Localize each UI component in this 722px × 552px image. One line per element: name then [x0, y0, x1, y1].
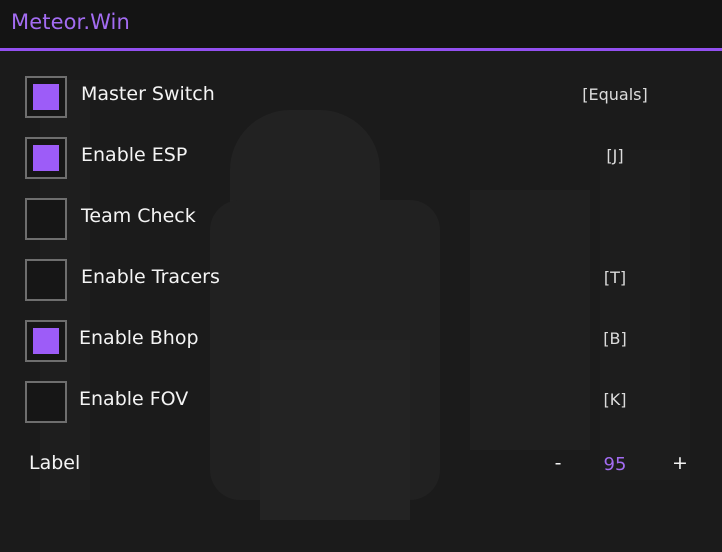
window-title: Meteor.Win [11, 10, 130, 34]
checkbox-fill [33, 84, 59, 110]
enable-tracers-checkbox[interactable] [25, 259, 67, 301]
team-check-checkbox[interactable] [25, 198, 67, 240]
master-switch-keybind[interactable]: [Equals] [555, 85, 675, 104]
checkbox-fill [33, 145, 59, 171]
title-bar[interactable]: Meteor.Win [0, 0, 722, 48]
enable-fov-keybind[interactable]: [K] [555, 390, 675, 409]
enable-bhop-checkbox[interactable] [25, 320, 67, 362]
value-stepper-row: Label - 95 + [0, 446, 722, 486]
enable-esp-keybind[interactable]: [J] [555, 146, 675, 165]
enable-esp-label: Enable ESP [81, 144, 188, 166]
stepper-value: 95 [603, 454, 627, 475]
toggle-row-master-switch: Master Switch [Equals] [0, 76, 722, 122]
team-check-label: Team Check [81, 205, 196, 227]
master-switch-label: Master Switch [81, 83, 215, 105]
toggle-row-enable-esp: Enable ESP [J] [0, 137, 722, 183]
toggle-row-team-check: Team Check [0, 198, 722, 244]
master-switch-checkbox[interactable] [25, 76, 67, 118]
toggle-row-enable-fov: Enable FOV [K] [0, 381, 722, 427]
title-accent-divider [0, 48, 722, 51]
enable-esp-checkbox[interactable] [25, 137, 67, 179]
increment-button[interactable]: + [668, 452, 692, 474]
stepper-label: Label [29, 452, 81, 474]
enable-tracers-label: Enable Tracers [81, 266, 220, 288]
enable-fov-label: Enable FOV [79, 388, 189, 410]
toggle-row-enable-bhop: Enable Bhop [B] [0, 320, 722, 366]
meteor-window: Meteor.Win Master Switch [Equals] Enable… [0, 0, 722, 552]
decrement-button[interactable]: - [546, 452, 570, 474]
enable-bhop-keybind[interactable]: [B] [555, 329, 675, 348]
toggle-row-enable-tracers: Enable Tracers [T] [0, 259, 722, 305]
enable-fov-checkbox[interactable] [25, 381, 67, 423]
checkbox-fill [33, 328, 59, 354]
enable-bhop-label: Enable Bhop [79, 327, 199, 349]
enable-tracers-keybind[interactable]: [T] [555, 268, 675, 287]
